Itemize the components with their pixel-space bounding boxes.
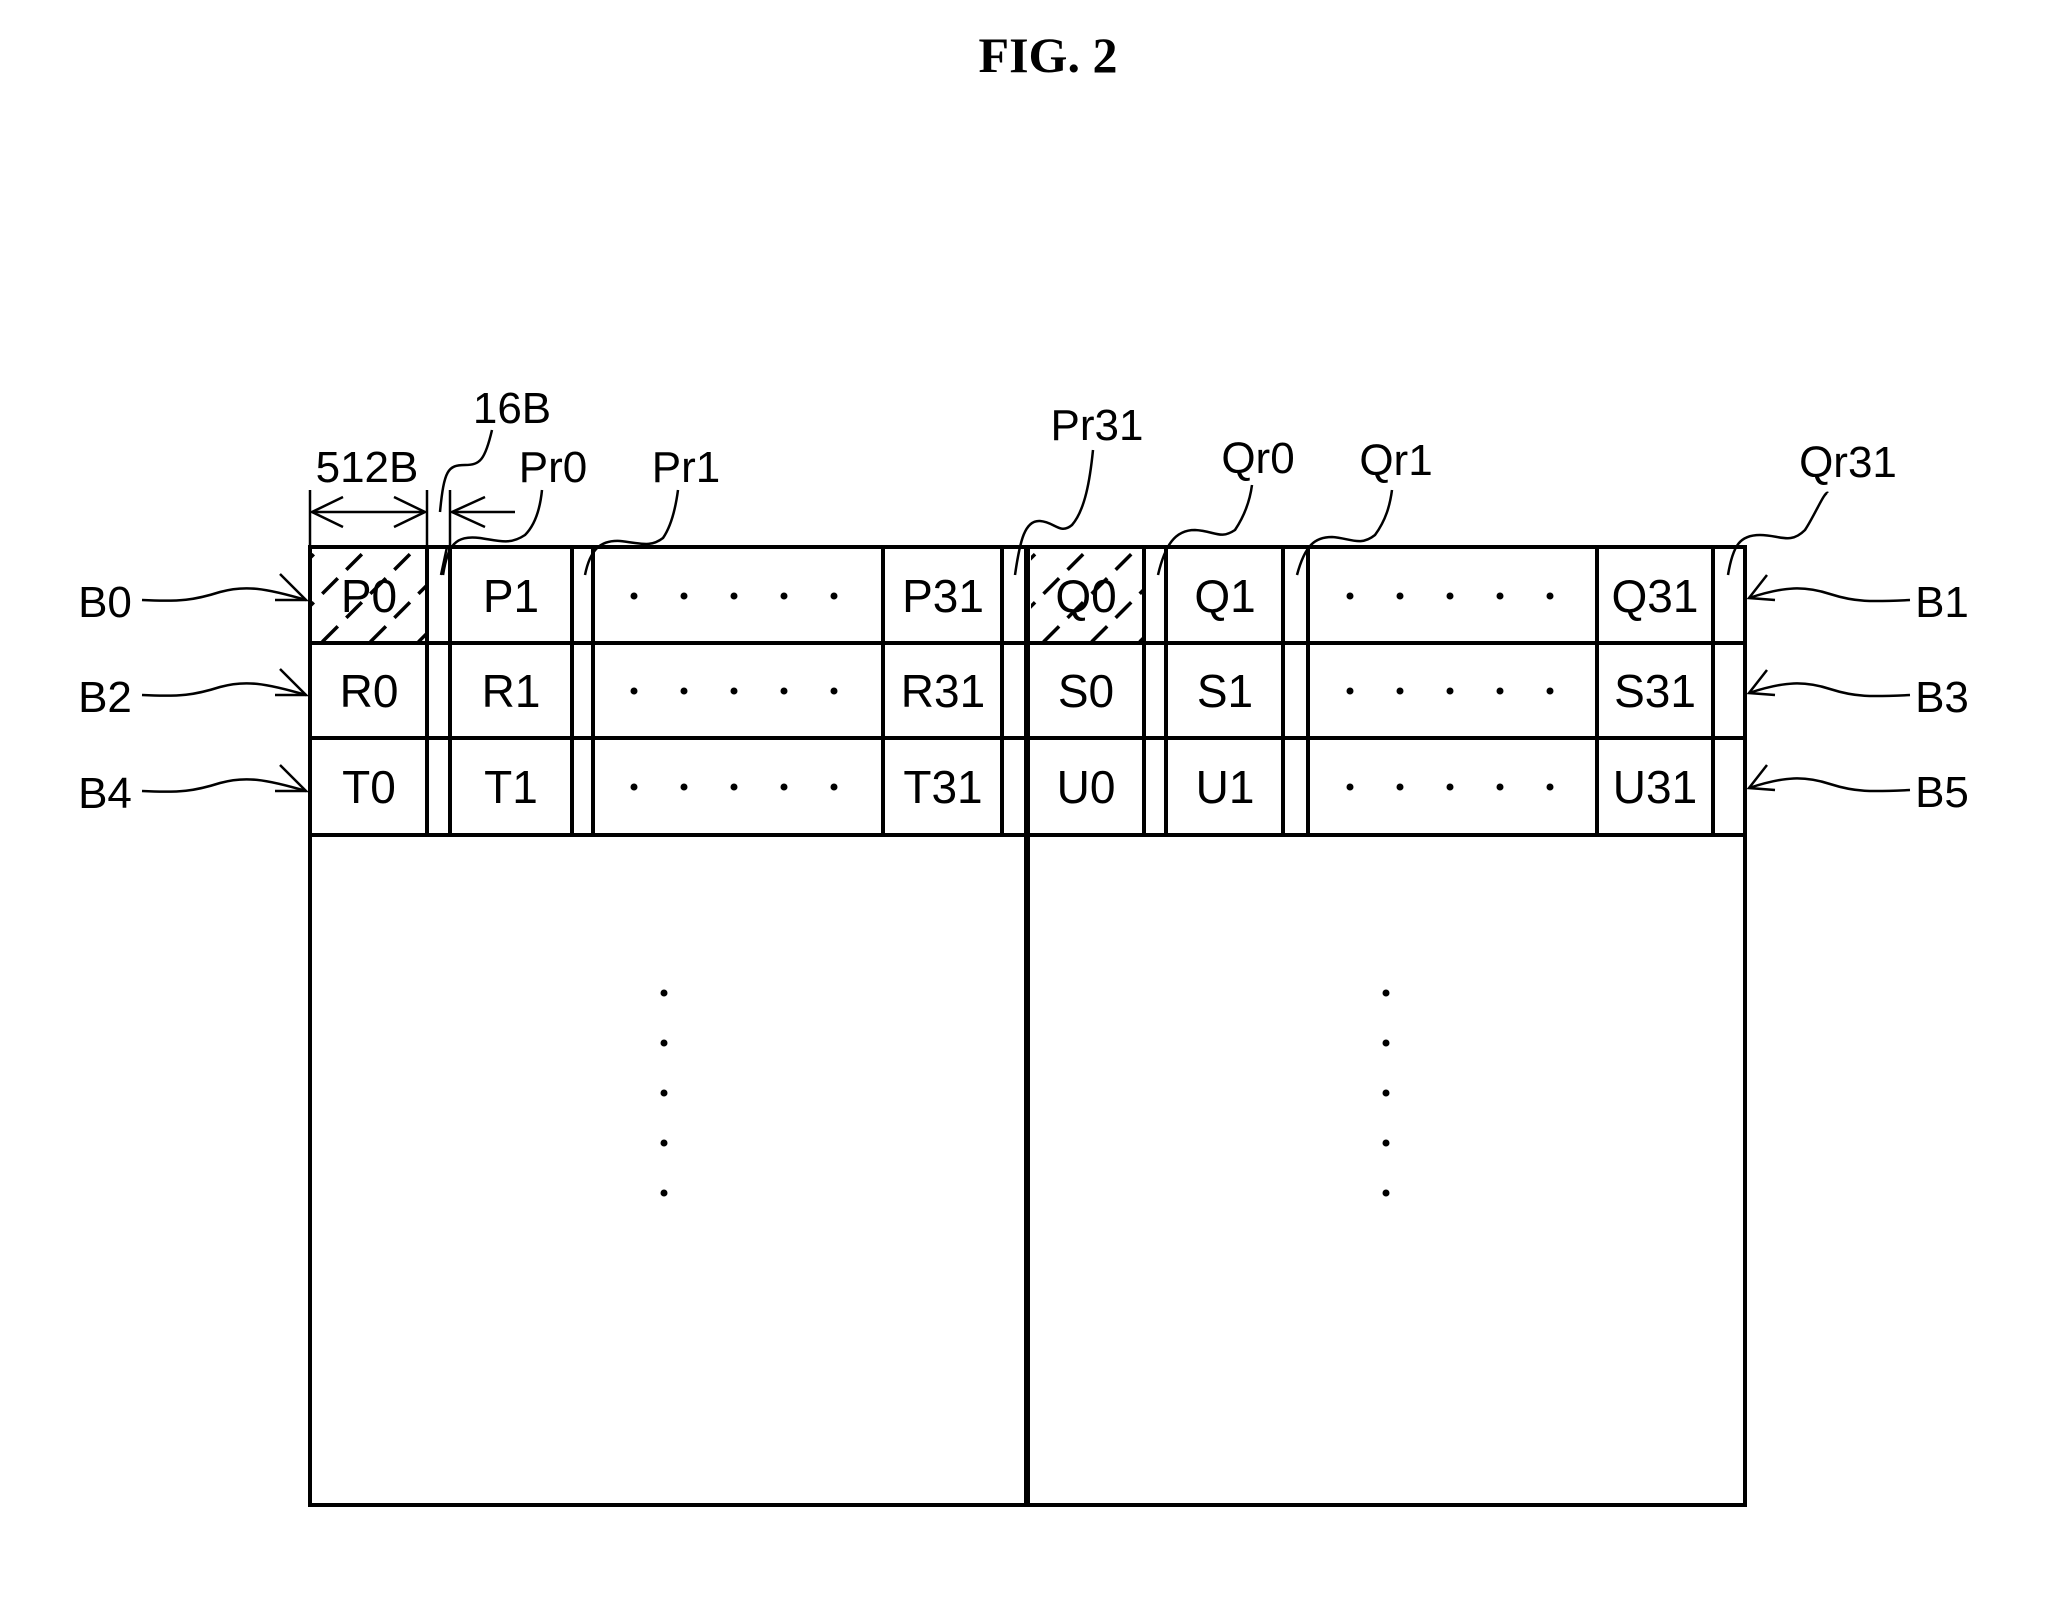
block-label-B5: B5 [1915,768,1969,817]
cell-label: P31 [902,570,984,622]
cell-label: R31 [901,665,985,717]
spare-label-Pr1: Pr1 [652,443,720,492]
figure-title: FIG. 2 [979,27,1118,83]
ellipsis-dot [1546,592,1554,600]
cell-label: Q0 [1055,570,1116,622]
block-label-B4: B4 [78,769,132,818]
cell-label: U31 [1613,761,1697,813]
dimension-label-page: 512B [316,443,419,492]
vertical-ellipsis-dot [1382,1139,1390,1147]
ellipsis-dot [1396,592,1404,600]
spare-label-Pr0: Pr0 [519,443,587,492]
ellipsis-dot [830,687,838,695]
cell-label: U1 [1196,761,1255,813]
ellipsis-dot [1446,592,1454,600]
cell-label: S31 [1614,665,1696,717]
cell-label: R1 [482,665,541,717]
spare-label-Pr31: Pr31 [1051,401,1144,450]
ellipsis-dot [1446,687,1454,695]
ellipsis-dot [1546,687,1554,695]
vertical-ellipsis-dot [1382,1039,1390,1047]
dimension-label-spare: 16B [473,384,551,433]
memory-layout-diagram: FIG. 2 P0 P1 P31 R0 R1 R31 T0 T1 T31 Q0 … [78,27,1969,1507]
vertical-ellipsis-dot [660,1189,668,1197]
ellipsis-dot [1446,783,1454,791]
cell-label: S0 [1058,665,1114,717]
ellipsis-dot [1396,687,1404,695]
cell-label: T1 [484,761,538,813]
cell-label: Q31 [1612,570,1699,622]
ellipsis-dot [780,592,788,600]
vertical-ellipsis-dot [660,1039,668,1047]
cell-label: R0 [340,665,399,717]
ellipsis-dot [680,592,688,600]
ellipsis-dot [830,783,838,791]
vertical-ellipsis-dot [1382,989,1390,997]
ellipsis-dot [1496,592,1504,600]
cell-label: U0 [1057,761,1116,813]
ellipsis-dot [780,783,788,791]
vertical-ellipsis-dot [660,989,668,997]
vertical-ellipsis-dot [660,1089,668,1097]
block-label-B0: B0 [78,578,132,627]
ellipsis-dot [630,592,638,600]
ellipsis-dot [1496,687,1504,695]
cell-label: T31 [903,761,982,813]
left-block-cells: P0 P1 P31 R0 R1 R31 T0 T1 T31 [340,570,986,813]
block-label-B3: B3 [1915,673,1969,722]
ellipsis-dot [630,783,638,791]
block-arrows-right [1746,574,1911,793]
ellipsis-dot [730,783,738,791]
cell-label: S1 [1197,665,1253,717]
ellipsis-dot [680,783,688,791]
ellipsis-dot [680,687,688,695]
ellipsis-dot [1396,783,1404,791]
cell-label: Q1 [1194,570,1255,622]
ellipsis-dot [730,592,738,600]
ellipsis-dot [780,687,788,695]
vertical-ellipsis-dot [1382,1089,1390,1097]
cell-label: P0 [341,570,397,622]
ellipsis-dot [1346,687,1354,695]
block-arrows-left [141,573,310,793]
ellipsis-dot [1346,592,1354,600]
spare-label-Qr31: Qr31 [1799,438,1897,487]
cell-label: T0 [342,761,396,813]
ellipsis-dot [830,592,838,600]
cell-label: P1 [483,570,539,622]
spare-label-Qr0: Qr0 [1221,434,1294,483]
ellipsis-dot [1346,783,1354,791]
vertical-ellipsis-dot [660,1139,668,1147]
spare-label-Qr1: Qr1 [1359,436,1432,485]
block-label-B2: B2 [78,673,132,722]
ellipsis-dot [630,687,638,695]
ellipsis-dot [730,687,738,695]
ellipsis-dot [1546,783,1554,791]
block-label-B1: B1 [1915,578,1969,627]
right-block-cells: Q0 Q1 Q31 S0 S1 S31 U0 U1 U31 [1055,570,1698,813]
vertical-ellipsis-dot [1382,1189,1390,1197]
ellipsis-dot [1496,783,1504,791]
dimension-512B: 512B [308,443,429,547]
